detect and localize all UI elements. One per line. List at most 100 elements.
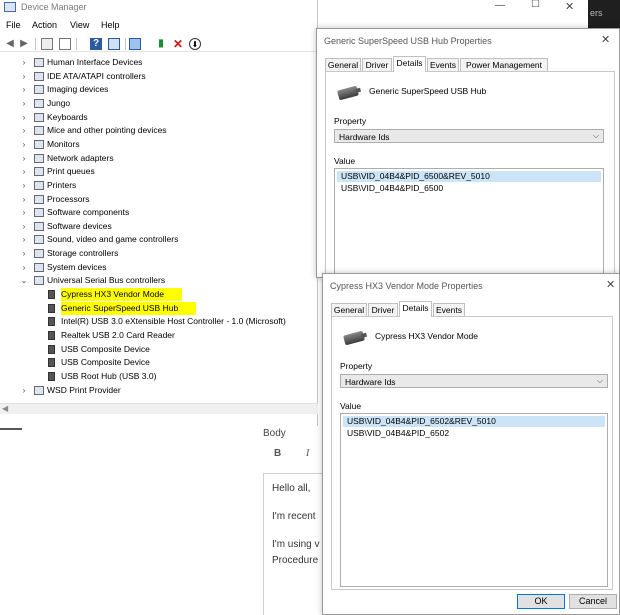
list-item[interactable]: USB\VID_04B4&PID_6500 [337, 183, 443, 194]
usb-icon [48, 317, 55, 327]
close-icon[interactable]: ✕ [606, 278, 615, 291]
chevron-right-icon[interactable]: › [20, 111, 28, 124]
value-list[interactable]: USB\VID_04B4&PID_6500&REV_5010 USB\VID_0… [334, 168, 604, 278]
tree-category[interactable]: › System devices [0, 261, 318, 274]
tree-device[interactable]: USB Composite Device [0, 356, 318, 369]
tab-driver[interactable]: Driver [362, 58, 392, 72]
chevron-right-icon[interactable]: › [20, 206, 28, 219]
tree-category[interactable]: › Monitors [0, 138, 318, 151]
horizontal-scrollbar[interactable]: ◀ [0, 403, 318, 414]
cancel-button[interactable]: Cancel [569, 594, 617, 609]
tree-category[interactable]: › Human Interface Devices [0, 56, 318, 69]
tab-driver[interactable]: Driver [368, 303, 398, 317]
chevron-right-icon[interactable]: › [20, 152, 28, 165]
tab-general[interactable]: General [325, 58, 361, 72]
device-name: Generic SuperSpeed USB Hub [369, 86, 487, 96]
ok-button[interactable]: OK [517, 594, 565, 609]
tree-device[interactable]: Cypress HX3 Vendor Mode [0, 288, 318, 302]
category-icon [34, 221, 44, 231]
property-dropdown[interactable]: Hardware Ids ⌵ [334, 129, 604, 143]
tab-details[interactable]: Details [399, 301, 432, 317]
tree-category[interactable]: › Imaging devices [0, 83, 318, 96]
tree-device[interactable]: Intel(R) USB 3.0 eXtensible Host Control… [0, 315, 318, 328]
device-name: Cypress HX3 Vendor Mode [375, 331, 478, 341]
tab-strip: General Driver Details Events Power Mana… [325, 56, 615, 72]
chevron-right-icon[interactable]: › [20, 261, 28, 274]
bold-button[interactable]: B [274, 448, 281, 459]
tree-item-label: WSD Print Provider [47, 384, 121, 395]
tree-item-label: Monitors [47, 138, 80, 149]
tab-details[interactable]: Details [393, 56, 426, 72]
chevron-right-icon[interactable]: › [20, 70, 28, 83]
tab-power-management[interactable]: Power Management [460, 58, 548, 72]
tree-item-label: Keyboards [47, 111, 88, 122]
minimize-button[interactable]: — [495, 0, 505, 11]
chevron-right-icon[interactable]: › [20, 220, 28, 233]
tree-device[interactable]: Realtek USB 2.0 Card Reader [0, 329, 318, 342]
chevron-right-icon[interactable]: › [20, 384, 28, 397]
chevron-right-icon[interactable]: › [20, 83, 28, 96]
chevron-right-icon[interactable]: › [20, 193, 28, 206]
tab-general[interactable]: General [331, 303, 367, 317]
tree-device[interactable]: Generic SuperSpeed USB Hub [0, 301, 318, 315]
tree-device[interactable]: USB Root Hub (USB 3.0) [0, 370, 318, 383]
menu-file[interactable]: File [6, 20, 21, 30]
monitor-icon[interactable] [129, 38, 141, 50]
close-icon[interactable]: ✕ [601, 33, 610, 46]
tree-category[interactable]: › Printers [0, 179, 318, 192]
chevron-right-icon[interactable]: › [20, 165, 28, 178]
value-list[interactable]: USB\VID_04B4&PID_6502&REV_5010 USB\VID_0… [340, 413, 608, 587]
editor-line: Hello all, [272, 483, 311, 494]
disable-icon[interactable]: ⬇ [189, 38, 201, 50]
chevron-right-icon[interactable]: › [20, 233, 28, 246]
tab-events[interactable]: Events [433, 303, 465, 317]
list-item[interactable]: USB\VID_04B4&PID_6502&REV_5010 [343, 416, 605, 427]
category-icon [34, 167, 44, 177]
tree-category[interactable]: › Software devices [0, 220, 318, 233]
tree-item-label: Mice and other pointing devices [47, 125, 167, 136]
tree-category[interactable]: › Print queues [0, 165, 318, 178]
tree-category[interactable]: › WSD Print Provider [0, 384, 318, 397]
tree-category[interactable]: › Processors [0, 193, 318, 206]
help-icon[interactable]: ? [90, 38, 102, 50]
property-dropdown[interactable]: Hardware Ids ⌵ [340, 374, 608, 388]
maximize-button[interactable]: ☐ [531, 0, 540, 10]
list-item[interactable]: USB\VID_04B4&PID_6502 [343, 428, 449, 439]
menu-help[interactable]: Help [101, 20, 120, 30]
list-item[interactable]: USB\VID_04B4&PID_6500&REV_5010 [337, 171, 601, 182]
chevron-right-icon[interactable]: › [20, 138, 28, 151]
forward-icon[interactable]: ▶ [18, 38, 30, 50]
view-icon[interactable] [108, 38, 120, 50]
chevron-right-icon[interactable]: › [20, 179, 28, 192]
tree-category[interactable]: › Storage controllers [0, 247, 318, 260]
scroll-left-icon[interactable]: ◀ [2, 404, 8, 413]
tree-category[interactable]: ⌄ Universal Serial Bus controllers [0, 274, 318, 287]
menu-action[interactable]: Action [32, 20, 57, 30]
title-bar: Device Manager [0, 0, 318, 14]
tree-category[interactable]: › Mice and other pointing devices [0, 124, 318, 137]
chevron-right-icon[interactable]: › [20, 124, 28, 137]
category-icon [34, 71, 44, 81]
tree-device[interactable]: USB Composite Device [0, 343, 318, 356]
chevron-right-icon[interactable]: › [20, 247, 28, 260]
properties-icon[interactable] [59, 38, 71, 50]
usb-icon [48, 358, 55, 368]
update-driver-icon[interactable]: ▮ [155, 38, 167, 50]
tree-category[interactable]: › Software components [0, 206, 318, 219]
tab-events[interactable]: Events [427, 58, 459, 72]
menu-view[interactable]: View [70, 20, 89, 30]
tree-category[interactable]: › Sound, video and game controllers [0, 233, 318, 246]
tree-item-label: Realtek USB 2.0 Card Reader [61, 330, 175, 340]
back-icon[interactable]: ◀ [4, 38, 16, 50]
tree-category[interactable]: › Keyboards [0, 111, 318, 124]
tree-category[interactable]: › Jungo [0, 97, 318, 110]
uninstall-icon[interactable]: ✕ [172, 38, 184, 50]
chevron-down-icon[interactable]: ⌄ [20, 274, 28, 287]
tree-category[interactable]: › Network adapters [0, 152, 318, 165]
close-button[interactable]: ✕ [565, 0, 574, 13]
show-hide-icon[interactable] [41, 38, 53, 50]
chevron-right-icon[interactable]: › [20, 56, 28, 69]
chevron-right-icon[interactable]: › [20, 97, 28, 110]
italic-button[interactable]: I [306, 448, 309, 459]
tree-category[interactable]: › IDE ATA/ATAPI controllers [0, 70, 318, 83]
